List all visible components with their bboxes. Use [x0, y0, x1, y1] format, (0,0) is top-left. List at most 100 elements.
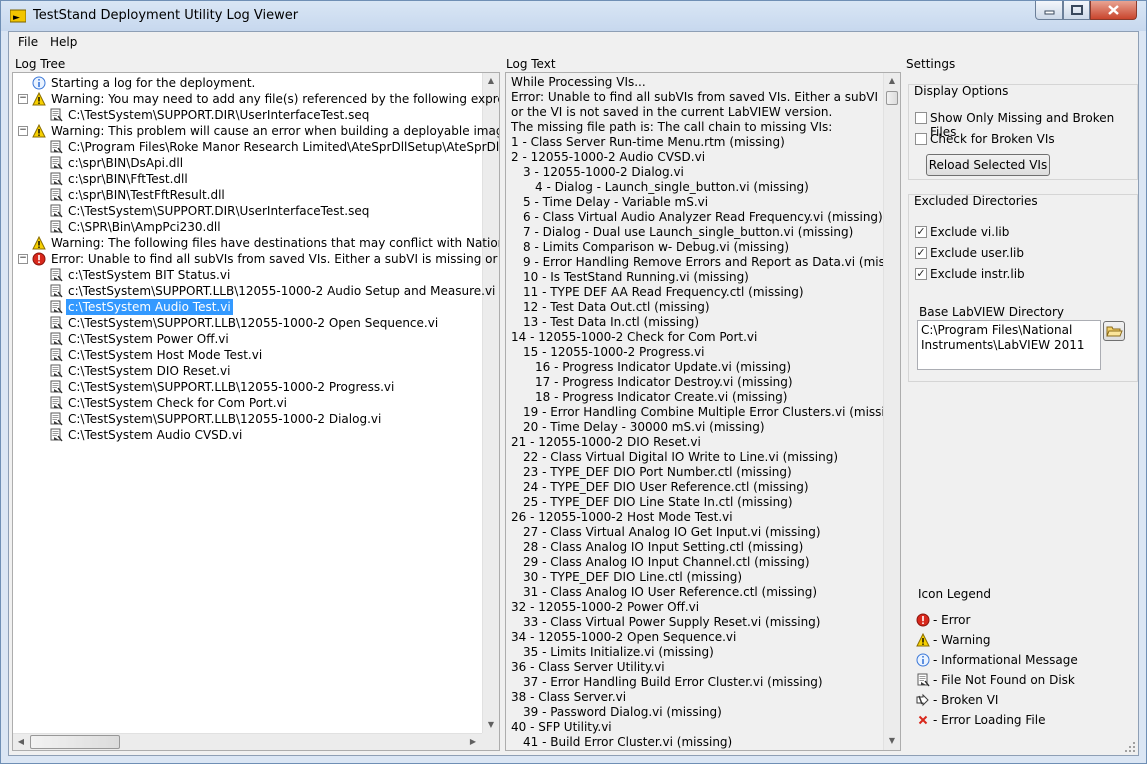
log-line: 33 - Class Virtual Power Supply Reset.vi… [523, 615, 821, 629]
minimize-button[interactable] [1035, 1, 1063, 20]
legend-item-label: - Warning [933, 633, 991, 647]
file-not-found-icon [50, 348, 63, 362]
check-broken-label[interactable]: Check for Broken VIs [930, 132, 1055, 146]
legend-item-label: - Error [933, 613, 971, 627]
exclude-user-lib-checkbox[interactable]: ✓ [915, 247, 927, 259]
tree-row[interactable]: C:\TestSystem Host Mode Test.vi [13, 347, 481, 363]
scroll-left-arrow-icon[interactable]: ◀ [13, 734, 29, 750]
tree-row[interactable]: Warning: The following files have destin… [13, 235, 499, 251]
log-line: 11 - TYPE DEF AA Read Frequency.ctl (mis… [523, 285, 804, 299]
exclude-vi-lib-label[interactable]: Exclude vi.lib [930, 225, 1009, 239]
log-line: or the VI is not saved in the current La… [511, 105, 833, 119]
collapse-toggle-icon[interactable]: − [18, 126, 28, 136]
tree-row[interactable]: C:\TestSystem\SUPPORT.LLB\12055-1000-2 D… [13, 411, 481, 427]
tree-row[interactable]: c:\spr\BIN\TestFftResult.dll [13, 187, 481, 203]
tree-row[interactable]: c:\TestSystem\SUPPORT.LLB\12055-1000-2 A… [13, 283, 495, 299]
log-line: 29 - Class Analog IO Input Channel.ctl (… [523, 555, 810, 569]
log-line: 31 - Class Analog IO User Reference.ctl … [523, 585, 817, 599]
error-icon [32, 252, 46, 266]
labview-app-icon: ► [10, 9, 26, 23]
tree-row-label: c:\TestSystem\SUPPORT.LLB\12055-1000-2 A… [68, 284, 496, 298]
base-labview-directory-label: Base LabVIEW Directory [919, 305, 1065, 319]
menu-file[interactable]: File [18, 35, 38, 49]
tree-row[interactable]: C:\TestSystem\SUPPORT.LLB\12055-1000-2 P… [13, 379, 481, 395]
log-line: 7 - Dialog - Dual use Launch_single_butt… [523, 225, 854, 239]
exclude-user-lib-label[interactable]: Exclude user.lib [930, 246, 1024, 260]
log-line: 38 - Class Server.vi [511, 690, 627, 704]
log-text-vertical-scrollbar[interactable]: ▲ ▼ [883, 73, 900, 750]
maximize-icon [1071, 5, 1083, 15]
legend-item-label: - Informational Message [933, 653, 1078, 667]
tree-row-label: Error: Unable to find all subVIs from sa… [51, 252, 500, 266]
tree-vertical-scrollbar[interactable]: ▲ ▼ [482, 73, 499, 733]
collapse-toggle-icon[interactable]: − [18, 94, 28, 104]
vertical-scroll-thumb[interactable] [886, 91, 898, 105]
file-not-found-icon [50, 268, 63, 282]
exclude-instr-lib-checkbox[interactable]: ✓ [915, 268, 927, 280]
file-not-found-icon [917, 673, 930, 687]
check-broken-checkbox[interactable] [915, 133, 927, 145]
tree-row[interactable]: c:\TestSystem Audio Test.vi [13, 299, 481, 315]
log-line: 21 - 12055-1000-2 DIO Reset.vi [511, 435, 701, 449]
tree-horizontal-scrollbar[interactable]: ◀ ▶ [13, 733, 482, 750]
exclude-instr-lib-label[interactable]: Exclude instr.lib [930, 267, 1025, 281]
log-line: 19 - Error Handling Combine Multiple Err… [523, 405, 901, 419]
tree-row-label: C:\TestSystem\SUPPORT.DIR\UserInterfaceT… [68, 108, 370, 122]
file-not-found-icon [50, 220, 63, 234]
tree-row[interactable]: C:\TestSystem\SUPPORT.LLB\12055-1000-2 O… [13, 315, 481, 331]
show-only-missing-checkbox[interactable] [915, 112, 927, 124]
scroll-right-arrow-icon[interactable]: ▶ [465, 734, 481, 750]
folder-open-icon [1106, 326, 1123, 337]
browse-folder-button[interactable] [1103, 321, 1125, 341]
tree-row[interactable]: C:\TestSystem\SUPPORT.DIR\UserInterfaceT… [13, 203, 481, 219]
file-not-found-icon [50, 396, 63, 410]
tree-row[interactable]: Starting a log for the deployment. [13, 75, 481, 91]
tree-row[interactable]: C:\TestSystem DIO Reset.vi [13, 363, 481, 379]
tree-row[interactable]: C:\TestSystem Check for Com Port.vi [13, 395, 481, 411]
tree-row[interactable]: − Warning: You may need to add any file(s… [13, 91, 499, 107]
base-labview-directory-field[interactable]: C:\Program Files\National Instruments\La… [917, 320, 1101, 370]
horizontal-scroll-thumb[interactable] [30, 735, 120, 749]
scroll-up-arrow-icon[interactable]: ▲ [884, 73, 900, 89]
scroll-up-arrow-icon[interactable]: ▲ [483, 73, 499, 89]
log-line: Error: Unable to find all subVIs from sa… [511, 90, 901, 104]
tree-row-label: C:\TestSystem DIO Reset.vi [68, 364, 231, 378]
tree-row[interactable]: c:\TestSystem BIT Status.vi [13, 267, 481, 283]
tree-row[interactable]: C:\TestSystem Audio CVSD.vi [13, 427, 481, 443]
tree-row[interactable]: c:\spr\BIN\DsApi.dll [13, 155, 481, 171]
file-not-found-icon [50, 284, 63, 298]
log-line: The missing file path is: The call chain… [511, 120, 833, 134]
tree-row[interactable]: C:\Program Files\Roke Manor Research Lim… [13, 139, 499, 155]
tree-row[interactable]: C:\SPR\Bin\AmpPci230.dll [13, 219, 481, 235]
resize-grip-icon[interactable] [1124, 741, 1136, 753]
broken-vi-icon [916, 693, 929, 707]
window-title: TestStand Deployment Utility Log Viewer [33, 8, 299, 23]
log-line: 36 - Class Server Utility.vi [511, 660, 665, 674]
scroll-down-arrow-icon[interactable]: ▼ [483, 717, 499, 733]
log-tree[interactable]: ▲ ▼ ◀ ▶ Starting a log for the deploymen… [12, 72, 500, 751]
menu-help[interactable]: Help [50, 35, 77, 49]
file-not-found-icon [50, 204, 63, 218]
tree-row-label: C:\TestSystem Power Off.vi [68, 332, 229, 346]
tree-row[interactable]: c:\spr\BIN\FftTest.dll [13, 171, 481, 187]
close-button[interactable] [1090, 1, 1137, 20]
log-line: 16 - Progress Indicator Update.vi (missi… [535, 360, 792, 374]
reload-selected-vis-button[interactable]: Reload Selected VIs [926, 154, 1050, 176]
tree-row-label: c:\spr\BIN\DsApi.dll [68, 156, 184, 170]
exclude-vi-lib-checkbox[interactable]: ✓ [915, 226, 927, 238]
minimize-icon [1044, 10, 1055, 15]
log-text-area[interactable]: 41 - Build Error Cluster.vi (missing) 40 … [505, 72, 901, 751]
error-loading-icon [918, 715, 928, 725]
log-line: 26 - 12055-1000-2 Host Mode Test.vi [511, 510, 733, 524]
tree-row[interactable]: C:\TestSystem\SUPPORT.DIR\UserInterfaceT… [13, 107, 481, 123]
collapse-toggle-icon[interactable]: − [18, 254, 28, 264]
tree-row-label: C:\TestSystem Host Mode Test.vi [68, 348, 263, 362]
tree-row[interactable]: C:\TestSystem Power Off.vi [13, 331, 481, 347]
tree-row[interactable]: − Warning: This problem will cause an err… [13, 123, 499, 139]
tree-row[interactable]: − Error: Unable to find all subVIs from s… [13, 251, 499, 267]
icon-legend-title: Icon Legend [918, 587, 991, 601]
maximize-button[interactable] [1063, 1, 1090, 20]
scroll-down-arrow-icon[interactable]: ▼ [884, 733, 900, 749]
log-line: 10 - Is TestStand Running.vi (missing) [523, 270, 749, 284]
tree-row-label: c:\TestSystem Audio Test.vi [66, 299, 233, 315]
